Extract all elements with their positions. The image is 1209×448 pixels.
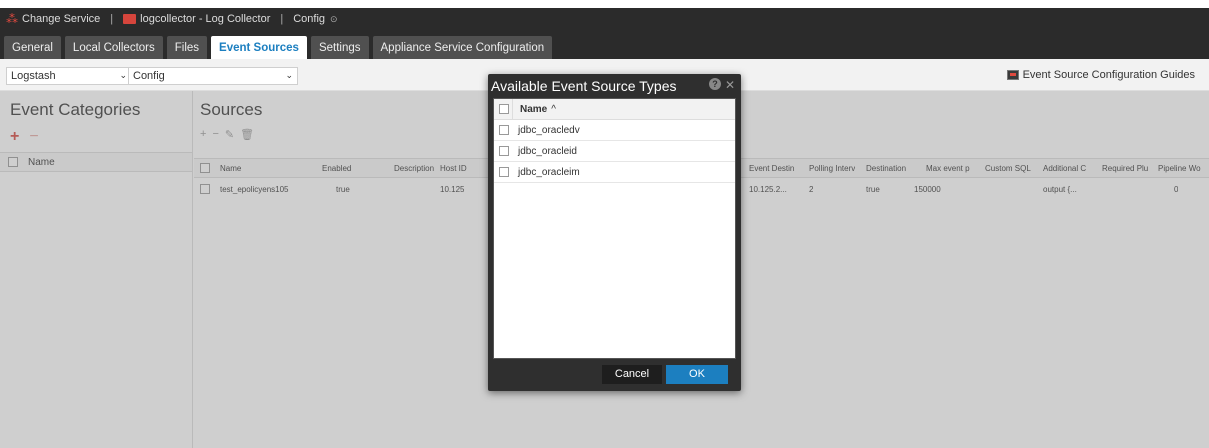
sitemap-icon: ⁂ [6, 12, 18, 26]
dialog-title-icons: ? ✕ [708, 78, 735, 92]
list-item[interactable]: jdbc_oracleim [494, 162, 735, 183]
collector-select[interactable]: Logstash ⌄ [6, 67, 132, 85]
separator: | [110, 13, 114, 25]
dialog-footer: Cancel OK [493, 361, 736, 387]
item-checkbox[interactable] [499, 167, 509, 177]
ok-button[interactable]: OK [666, 364, 728, 384]
config-menu[interactable]: Config ⊙ [287, 13, 343, 25]
tab-appliance-service-configuration[interactable]: Appliance Service Configuration [372, 36, 553, 59]
select-all-column [499, 98, 513, 120]
tab-files[interactable]: Files [166, 36, 208, 59]
dialog-title: Available Event Source Types [491, 78, 677, 94]
chevron-circle-icon: ⊙ [330, 13, 338, 24]
change-service-label: Change Service [22, 13, 101, 25]
select-all-checkbox[interactable] [499, 104, 509, 114]
available-event-source-types-dialog: Available Event Source Types ? ✕ Name ^ … [488, 74, 741, 391]
guide-book-icon [1006, 70, 1019, 80]
item-checkbox[interactable] [499, 146, 509, 156]
tab-event-sources[interactable]: Event Sources [211, 36, 307, 59]
top-bar: ⁂ Change Service | logcollector - Log Co… [0, 8, 1209, 30]
service-name-label: logcollector - Log Collector [140, 13, 271, 25]
list-header: Name ^ [494, 98, 735, 120]
item-checkbox[interactable] [499, 125, 509, 135]
tab-settings[interactable]: Settings [310, 36, 369, 59]
tab-general[interactable]: General [4, 36, 61, 59]
list-item[interactable]: jdbc_oracleid [494, 141, 735, 162]
guides-label: Event Source Configuration Guides [1022, 69, 1195, 81]
separator: | [280, 13, 284, 25]
cancel-button[interactable]: Cancel [602, 364, 662, 384]
name-column-header[interactable]: Name [520, 104, 547, 115]
service-name[interactable]: logcollector - Log Collector [117, 13, 276, 25]
event-source-guides-link[interactable]: Event Source Configuration Guides [1006, 69, 1195, 81]
help-icon[interactable]: ? [708, 78, 721, 90]
log-collector-icon [123, 14, 137, 24]
item-name: jdbc_oracledv [518, 124, 580, 136]
tab-local-collectors[interactable]: Local Collectors [64, 36, 163, 59]
mode-select[interactable]: Config ⌄ [128, 67, 298, 85]
mode-select-value: Config [133, 70, 165, 82]
item-name: jdbc_oracleim [518, 166, 580, 178]
chevron-down-icon: ⌄ [119, 70, 127, 80]
config-label: Config [293, 13, 326, 25]
close-icon[interactable]: ✕ [725, 78, 735, 92]
event-source-type-list: Name ^ jdbc_oracledv jdbc_oracleid jdbc_… [493, 98, 736, 359]
chevron-down-icon: ⌄ [285, 70, 293, 80]
change-service-link[interactable]: ⁂ Change Service [0, 12, 106, 26]
sort-ascending-icon: ^ [551, 103, 556, 115]
item-name: jdbc_oracleid [518, 145, 577, 157]
collector-select-value: Logstash [11, 70, 56, 82]
tab-bar: General Local Collectors Files Event Sou… [0, 30, 1209, 59]
list-item[interactable]: jdbc_oracledv [494, 120, 735, 141]
